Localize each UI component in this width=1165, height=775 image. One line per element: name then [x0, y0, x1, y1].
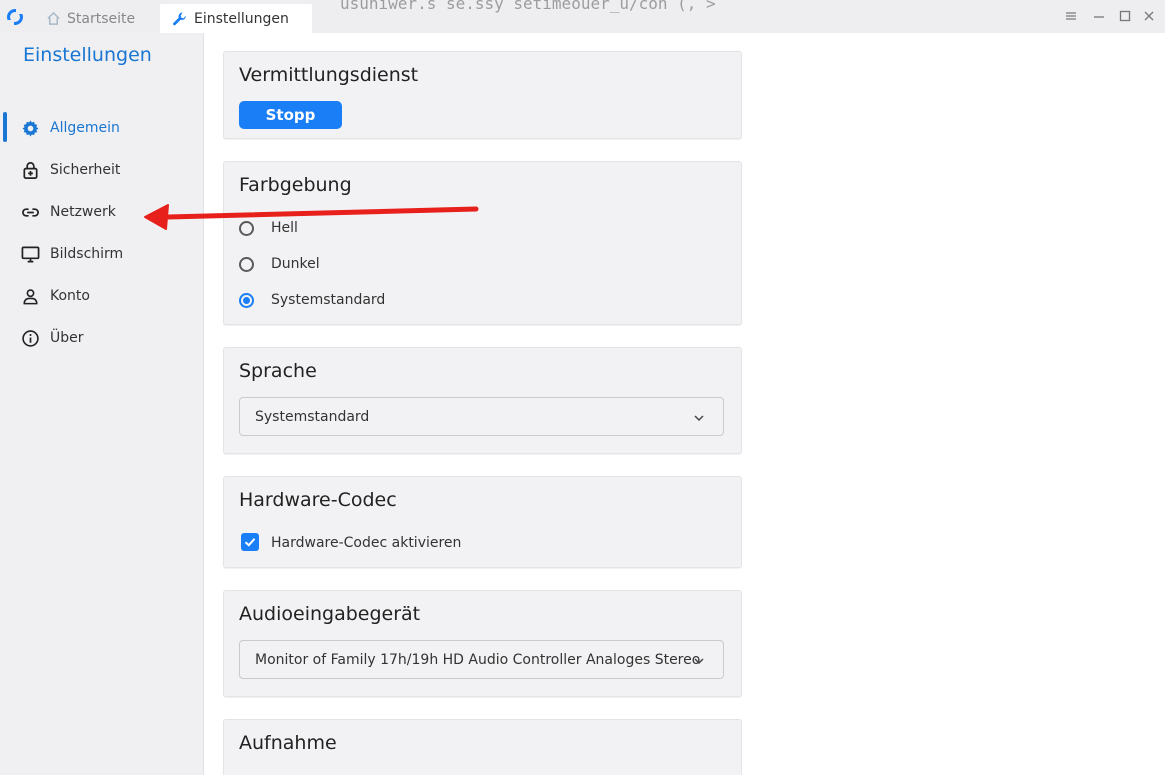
gear-icon [22, 120, 39, 137]
section-title: Audioeingabegerät [239, 603, 421, 625]
sidebar-item-netzwerk[interactable]: Netzwerk [0, 192, 203, 234]
link-icon [22, 208, 39, 217]
minimize-icon[interactable] [1091, 8, 1107, 24]
wrench-icon [173, 12, 186, 25]
menu-icon[interactable] [1063, 8, 1079, 24]
audio-input-select[interactable]: Monitor of Family 17h/19h HD Audio Contr… [239, 640, 724, 679]
maximize-icon[interactable] [1117, 8, 1133, 24]
theme-option-dunkel[interactable]: Dunkel [239, 252, 320, 276]
sidebar-item-label: Allgemein [50, 120, 120, 136]
recording-card: Aufnahme [223, 719, 742, 775]
checkbox-label: Hardware-Codec aktivieren [271, 535, 462, 551]
relay-card: Vermittlungsdienst Stopp [223, 51, 742, 139]
sidebar-item-label: Netzwerk [50, 204, 116, 220]
settings-content: Vermittlungsdienst Stopp Farbgebung Hell… [204, 33, 1165, 775]
chevron-down-icon [694, 658, 704, 665]
sidebar-item-label: Sicherheit [50, 162, 121, 178]
app-window: usuniwer.s se.ssy setimeouer_u/con (, > … [0, 0, 1165, 775]
sidebar-item-label: Bildschirm [50, 246, 124, 262]
theme-option-hell[interactable]: Hell [239, 216, 298, 240]
radio-label: Systemstandard [271, 292, 386, 308]
section-title: Sprache [239, 360, 317, 382]
lock-icon [23, 162, 38, 179]
chevron-down-icon [694, 415, 704, 422]
person-icon [23, 289, 38, 305]
sidebar-item-sicherheit[interactable]: Sicherheit [0, 150, 203, 192]
tab-startseite[interactable]: Startseite [46, 4, 135, 33]
info-icon [22, 330, 39, 347]
section-title: Farbgebung [239, 174, 352, 196]
section-title: Vermittlungsdienst [239, 64, 419, 86]
close-icon[interactable] [1141, 8, 1157, 24]
monitor-icon [21, 246, 40, 263]
sidebar-item-allgemein[interactable]: Allgemein [0, 108, 203, 150]
sidebar-item-ueber[interactable]: Über [0, 318, 203, 360]
audio-card: Audioeingabegerät Monitor of Family 17h/… [223, 590, 742, 697]
select-value: Systemstandard [255, 409, 370, 425]
check-icon [244, 538, 256, 547]
sidebar-item-label: Konto [50, 288, 90, 304]
sidebar-item-bildschirm[interactable]: Bildschirm [0, 234, 203, 276]
home-icon [47, 11, 60, 25]
radio-button[interactable] [239, 256, 254, 272]
stop-button[interactable]: Stopp [239, 101, 342, 129]
language-card: Sprache Systemstandard [223, 347, 742, 454]
select-value: Monitor of Family 17h/19h HD Audio Contr… [255, 652, 701, 668]
checkbox-checked[interactable] [241, 533, 259, 551]
sidebar-nav: Allgemein Sicherheit Netzwerk Bildschirm… [0, 108, 203, 360]
app-logo-icon [6, 8, 24, 26]
section-title: Aufnahme [239, 732, 337, 754]
sidebar: Einstellungen Allgemein Sicherheit Netzw… [0, 33, 204, 775]
radio-button-selected[interactable] [239, 292, 254, 308]
radio-label: Dunkel [271, 256, 320, 272]
section-title: Hardware-Codec [239, 489, 397, 511]
language-select[interactable]: Systemstandard [239, 397, 724, 436]
theme-option-systemstandard[interactable]: Systemstandard [239, 288, 385, 312]
radio-label: Hell [271, 220, 298, 236]
theme-card: Farbgebung Hell Dunkel Systemstandard [223, 161, 742, 325]
title-bar: usuniwer.s se.ssy setimeouer_u/con (, > … [0, 0, 1165, 34]
sidebar-item-label: Über [50, 330, 84, 346]
sidebar-item-konto[interactable]: Konto [0, 276, 203, 318]
sidebar-title: Einstellungen [23, 44, 152, 66]
radio-button[interactable] [239, 220, 254, 236]
background-code-text: usuniwer.s se.ssy setimeouer_u/con (, > [340, 0, 716, 13]
tab-label: Startseite [67, 10, 136, 27]
codec-card: Hardware-Codec Hardware-Codec aktivieren [223, 476, 742, 568]
tab-label: Einstellungen [194, 10, 289, 27]
tab-einstellungen[interactable]: Einstellungen [160, 4, 312, 33]
